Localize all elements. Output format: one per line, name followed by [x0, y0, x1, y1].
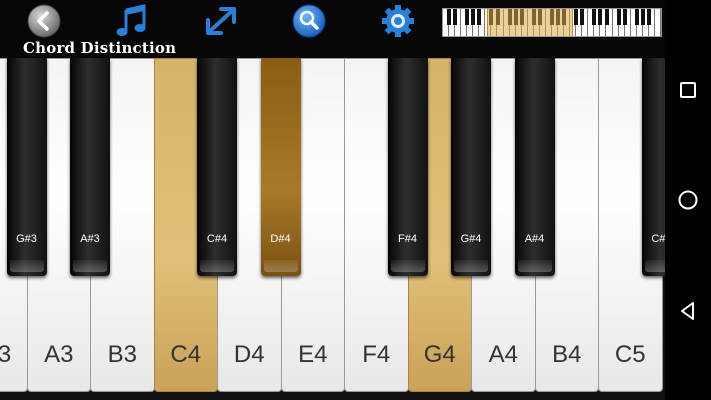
back-arrow-icon	[27, 4, 61, 38]
system-back-button[interactable]	[665, 291, 711, 331]
white-key-label: G3	[0, 341, 12, 368]
mini-black-key	[453, 9, 458, 25]
system-navigation-bar	[665, 0, 711, 400]
black-key-label: A#4	[524, 233, 545, 245]
black-key-csharp5[interactable]: C#5	[641, 58, 665, 276]
mini-black-key	[477, 9, 482, 25]
mini-black-key	[580, 9, 585, 25]
black-key-label: C#4	[206, 233, 228, 245]
circle-icon	[678, 190, 698, 210]
settings-button[interactable]	[380, 4, 416, 38]
mini-white-key	[655, 9, 661, 36]
black-key-fsharp4[interactable]: F#4	[387, 58, 428, 276]
triangle-back-icon	[681, 302, 694, 320]
expand-arrows-icon	[206, 7, 236, 35]
mini-black-key	[622, 9, 627, 25]
black-key-label: C#5	[651, 233, 665, 245]
mini-black-key	[471, 9, 476, 25]
visible-range-highlight[interactable]	[487, 9, 573, 36]
mini-black-key	[574, 9, 579, 25]
black-key-asharp4[interactable]: A#4	[514, 58, 555, 276]
resize-button[interactable]	[203, 4, 239, 38]
mini-black-key	[640, 9, 645, 25]
white-key-label: A3	[44, 341, 74, 368]
recents-button[interactable]	[665, 70, 711, 110]
white-key-label: C5	[614, 341, 646, 368]
mini-black-key	[634, 9, 639, 25]
mini-black-key	[616, 9, 621, 25]
mini-black-key	[646, 9, 651, 25]
app-title: Chord Distinction	[23, 39, 177, 57]
black-key-csharp4[interactable]: C#4	[197, 58, 237, 276]
mini-black-key	[592, 9, 597, 25]
back-button[interactable]	[26, 4, 62, 38]
mini-black-key	[465, 9, 470, 25]
gear-icon	[382, 5, 414, 37]
black-key-label: A#3	[80, 233, 100, 245]
piano-keyboard: G3 A3 B3 C4 D4 E4 F4 G4 A4 B4 C5 G#3 A#3 C#4 D#4 F#4 G#4…	[0, 58, 665, 400]
white-key-label: B4	[552, 341, 582, 368]
white-key-label: C4	[170, 341, 202, 368]
magnifier-icon	[292, 4, 326, 38]
white-key-label: D4	[233, 341, 265, 368]
top-toolbar: Chord Distinction	[0, 0, 665, 58]
white-key-label: F4	[362, 341, 391, 368]
white-key-label: A4	[488, 341, 518, 368]
keyboard-overview-slider[interactable]	[442, 8, 662, 37]
search-button[interactable]	[291, 4, 327, 38]
black-key-label: F#4	[398, 233, 417, 245]
mini-black-key	[447, 9, 452, 25]
black-key-label: D#4	[270, 233, 291, 245]
black-key-label: G#4	[460, 233, 482, 245]
white-key-label: G4	[423, 341, 456, 368]
black-key-asharp3[interactable]: A#3	[70, 58, 110, 276]
black-key-label: G#3	[16, 233, 37, 245]
black-key-dsharp4[interactable]: D#4	[260, 58, 301, 276]
white-key-label: B3	[107, 341, 137, 368]
mini-black-key	[604, 9, 609, 25]
music-button[interactable]	[114, 4, 150, 38]
square-icon	[680, 82, 696, 98]
music-note-icon	[116, 4, 146, 36]
home-button[interactable]	[665, 180, 711, 220]
black-key-gsharp4[interactable]: G#4	[451, 58, 491, 276]
white-key-label: E4	[298, 341, 328, 368]
mini-black-key	[598, 9, 603, 25]
black-key-gsharp3[interactable]: G#3	[6, 58, 47, 276]
